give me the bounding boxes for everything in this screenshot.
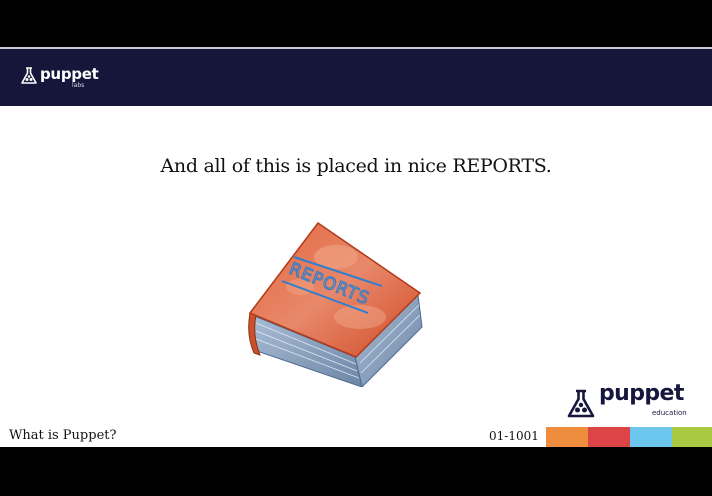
puppet-labs-logo: puppet labs	[20, 65, 110, 91]
slide-title: And all of this is placed in nice REPORT…	[160, 155, 552, 177]
footer-stripe-green	[672, 427, 712, 447]
footer-logo-sub: education	[652, 409, 687, 417]
header-bar: puppet labs	[0, 47, 712, 106]
puppet-flask-icon	[21, 67, 37, 84]
header-logo-sub: labs	[72, 82, 85, 89]
footer-stripe-blue	[630, 427, 672, 447]
footer-title: What is Puppet?	[9, 428, 117, 443]
footer-stripe-orange	[546, 427, 588, 447]
top-letterbox	[0, 0, 712, 47]
header-logo-word: puppet	[40, 65, 99, 83]
puppet-education-logo: puppet education	[566, 381, 696, 425]
reports-book-illustration: REPORTS	[248, 221, 423, 387]
slide: puppet labs And all of this is placed in…	[0, 47, 712, 447]
footer-stripe-red	[588, 427, 630, 447]
bottom-letterbox	[0, 447, 712, 496]
slide-code: 01-1001	[489, 429, 539, 443]
footer-logo-word: puppet	[599, 381, 684, 406]
puppet-flask-icon	[567, 389, 595, 418]
